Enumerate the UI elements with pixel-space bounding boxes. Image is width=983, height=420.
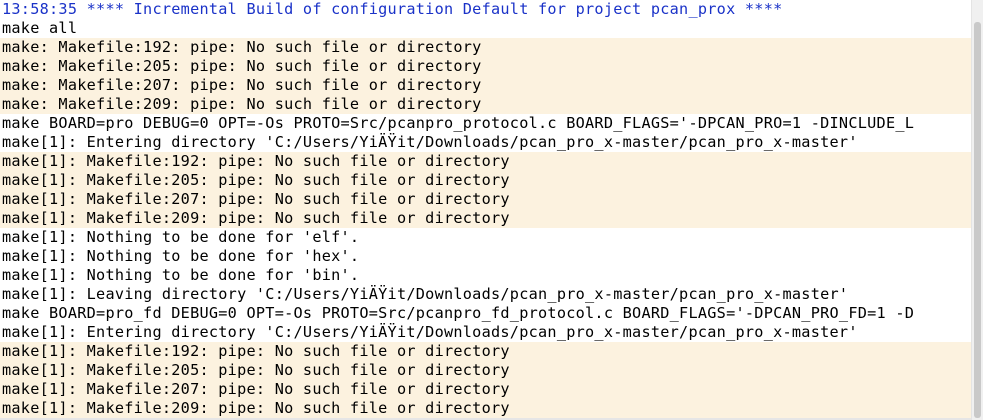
- console-line: make: Makefile:205: pipe: No such file o…: [0, 57, 971, 76]
- console-line: make[1]: Makefile:209: pipe: No such fil…: [0, 209, 971, 228]
- vertical-scrollbar[interactable]: [971, 0, 983, 420]
- build-console[interactable]: 13:58:35 **** Incremental Build of confi…: [0, 0, 971, 420]
- console-line: make: Makefile:209: pipe: No such file o…: [0, 95, 971, 114]
- console-line: make[1]: Makefile:205: pipe: No such fil…: [0, 361, 971, 380]
- console-line: make[1]: Entering directory 'C:/Users/Yi…: [2, 133, 858, 151]
- console-line: make[1]: Leaving directory 'C:/Users/YiÄ…: [2, 285, 849, 303]
- console-line: make[1]: Makefile:192: pipe: No such fil…: [0, 152, 971, 171]
- scrollbar-thumb[interactable]: [974, 22, 981, 418]
- console-line: make[1]: Nothing to be done for 'hex'.: [2, 247, 360, 265]
- console-line: make: Makefile:207: pipe: No such file o…: [0, 76, 971, 95]
- console-line: make[1]: Makefile:207: pipe: No such fil…: [0, 190, 971, 209]
- console-line: make: Makefile:192: pipe: No such file o…: [0, 38, 971, 57]
- console-line: make[1]: Makefile:209: pipe: No such fil…: [0, 399, 971, 418]
- console-line: make BOARD=pro_fd DEBUG=0 OPT=-Os PROTO=…: [2, 304, 915, 322]
- console-line: make BOARD=pro DEBUG=0 OPT=-Os PROTO=Src…: [2, 114, 915, 132]
- console-line: make[1]: Nothing to be done for 'bin'.: [2, 266, 360, 284]
- console-line: make[1]: Makefile:205: pipe: No such fil…: [0, 171, 971, 190]
- console-line: make[1]: Makefile:207: pipe: No such fil…: [0, 380, 971, 399]
- console-line: make[1]: Nothing to be done for 'elf'.: [2, 228, 360, 246]
- console-line: 13:58:35 **** Incremental Build of confi…: [2, 0, 783, 18]
- console-line: make all: [2, 19, 78, 37]
- console-line: make[1]: Makefile:192: pipe: No such fil…: [0, 342, 971, 361]
- console-line: make[1]: Entering directory 'C:/Users/Yi…: [2, 323, 858, 341]
